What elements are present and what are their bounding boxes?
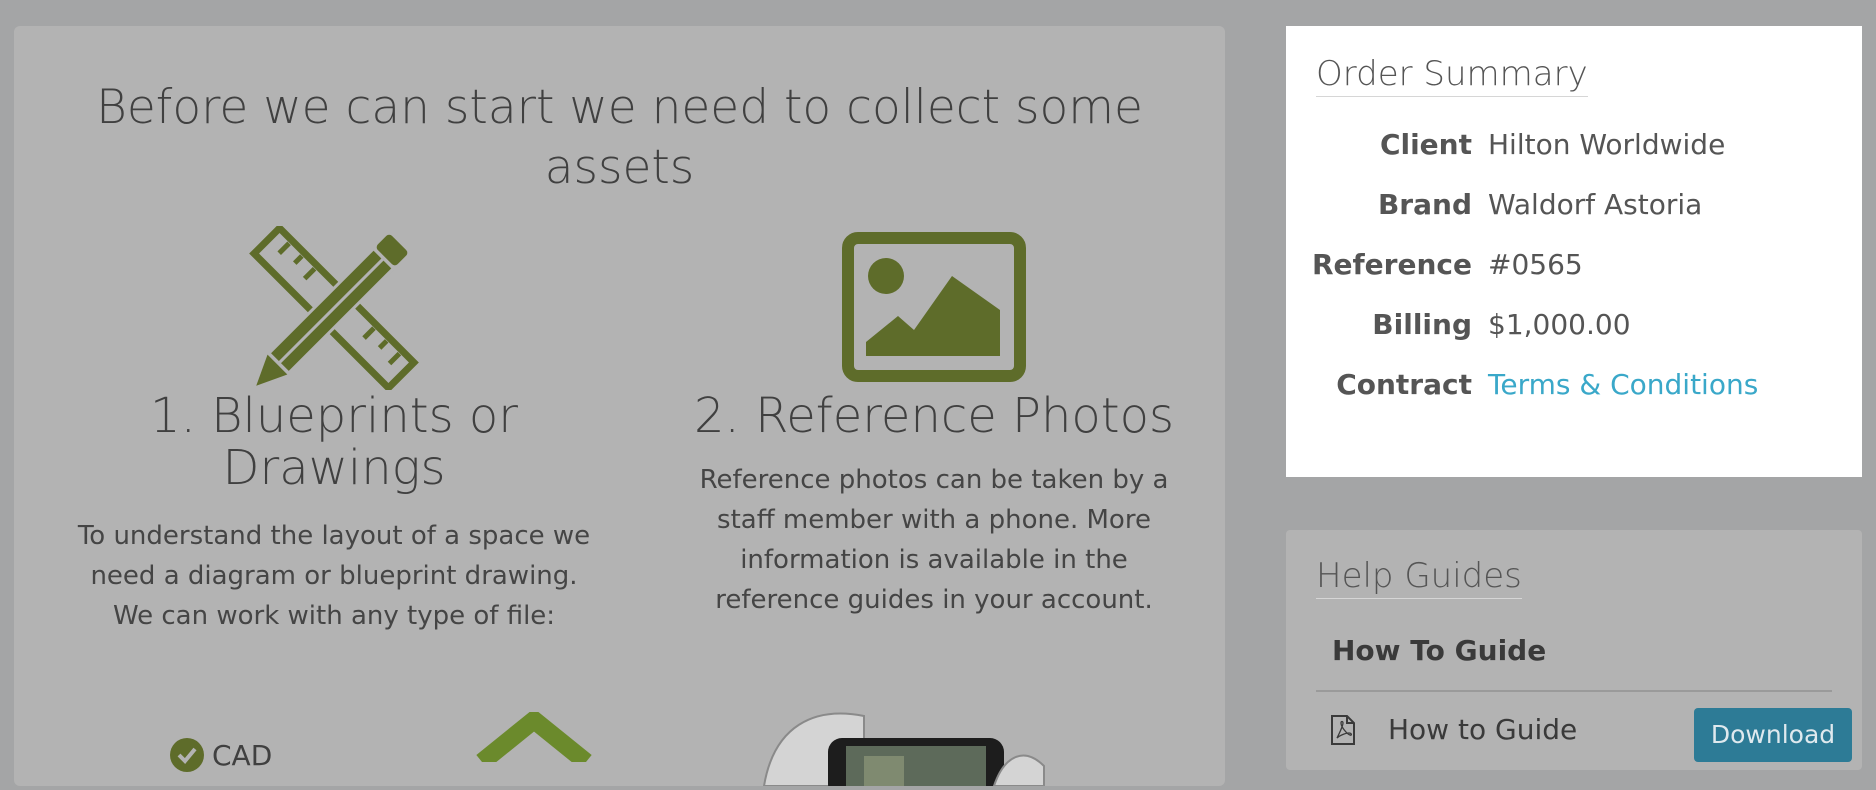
file-type-label: CAD: [212, 738, 273, 772]
summary-row-client: Client Hilton Worldwide: [1286, 125, 1862, 165]
step-description-reference-photos: Reference photos can be taken by a staff…: [699, 465, 1169, 615]
order-summary-panel: Order Summary Client Hilton Worldwide Br…: [1286, 26, 1862, 477]
step-title-blueprints: 1. Blueprints or Drawings: [150, 388, 518, 496]
summary-label: Contract: [1336, 368, 1472, 401]
summary-value: $1,000.00: [1488, 308, 1631, 341]
summary-value: Hilton Worldwide: [1488, 128, 1726, 161]
help-guides-title: Help Guides: [1316, 556, 1522, 599]
file-type-item: CAD: [170, 738, 272, 772]
step-description-blueprints: To understand the layout of a space we n…: [77, 521, 591, 631]
phone-photo-illustration: [754, 686, 1054, 790]
download-button[interactable]: Download: [1694, 708, 1852, 762]
assets-card: Before we can start we need to collect s…: [14, 26, 1225, 790]
check-circle-icon: [170, 738, 204, 772]
image-icon: [842, 232, 1026, 386]
summary-row-contract: Contract Terms & Conditions: [1286, 365, 1862, 405]
pencil-ruler-icon: [244, 223, 424, 394]
cad-logo-icon: [474, 708, 594, 770]
summary-value: #0565: [1488, 248, 1583, 281]
summary-label: Client: [1379, 128, 1472, 161]
divider: [1316, 690, 1832, 692]
summary-row-brand: Brand Waldorf Astoria: [1286, 185, 1862, 225]
summary-row-billing: Billing $1,000.00: [1286, 305, 1862, 345]
help-guides-panel: Help Guides How To Guide How to Guide Do…: [1286, 530, 1862, 770]
summary-label: Brand: [1377, 188, 1472, 221]
summary-label: Billing: [1372, 308, 1472, 341]
summary-value: Waldorf Astoria: [1488, 188, 1703, 221]
summary-row-reference: Reference #0565: [1286, 245, 1862, 285]
pdf-file-icon: [1330, 714, 1356, 746]
help-section-title: How To Guide: [1332, 634, 1547, 667]
summary-label: Reference: [1311, 248, 1472, 281]
terms-conditions-link[interactable]: Terms & Conditions: [1488, 365, 1758, 405]
step-title-reference-photos: 2. Reference Photos: [694, 388, 1174, 444]
guide-item: How to Guide Download: [1330, 708, 1852, 762]
guide-name: How to Guide: [1388, 713, 1578, 746]
page-title: Before we can start we need to collect s…: [96, 80, 1143, 195]
order-summary-title: Order Summary: [1316, 54, 1588, 97]
